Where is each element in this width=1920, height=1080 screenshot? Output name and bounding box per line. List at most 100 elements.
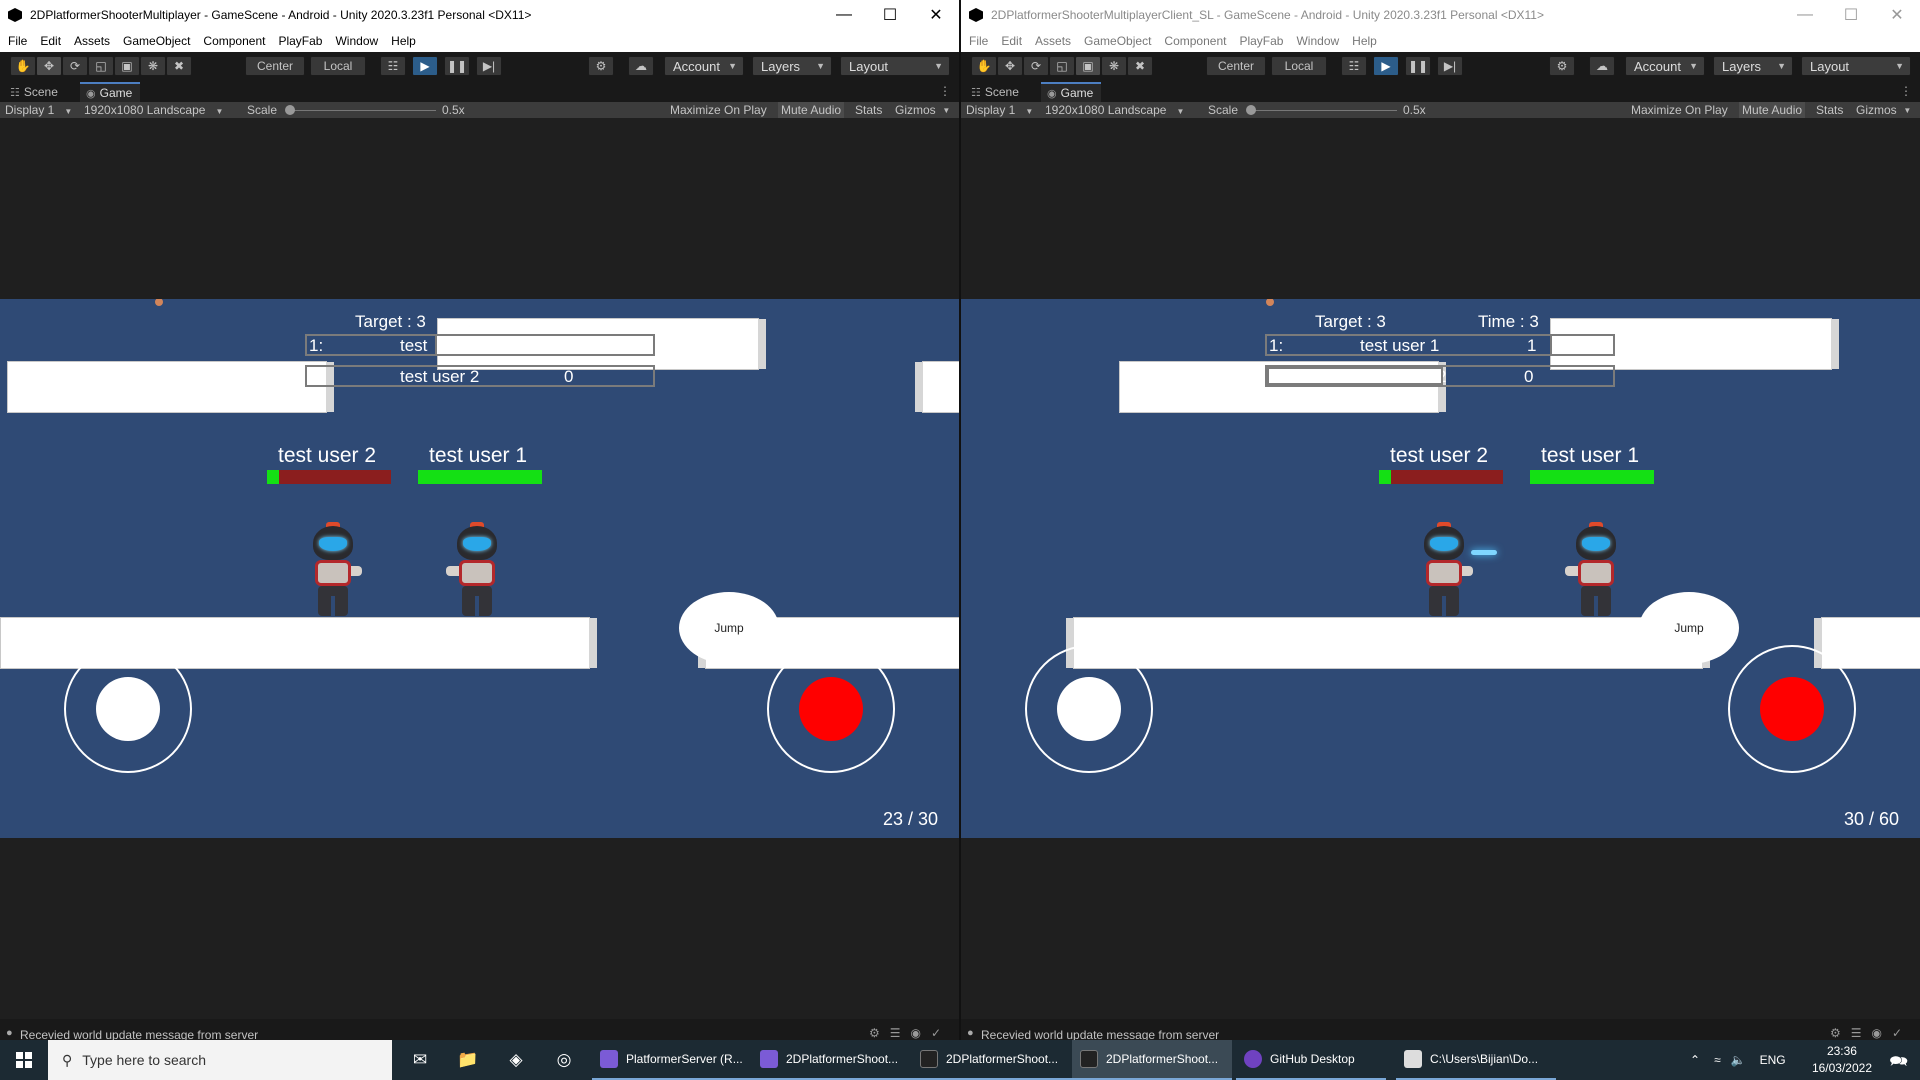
cloud-icon[interactable]: ☁ xyxy=(1589,56,1615,76)
move-tool-icon[interactable]: ✥ xyxy=(997,56,1023,76)
collab-icon[interactable]: ⚙ xyxy=(588,56,614,76)
taskbar-clock[interactable]: 23:36 16/03/2022 xyxy=(1812,1043,1872,1077)
rect-tool-icon[interactable]: ▣ xyxy=(114,56,140,76)
taskbar-app-unity-1[interactable]: 2DPlatformerShoot... xyxy=(912,1040,1072,1080)
taskbar-search[interactable]: ⚲ Type here to search xyxy=(48,1040,392,1080)
chrome-icon[interactable]: ◎ xyxy=(540,1040,588,1080)
status-icons[interactable]: ⚙☰◉✓ xyxy=(1830,1026,1912,1040)
stats-toggle[interactable]: Stats xyxy=(1813,102,1846,118)
fire-joystick[interactable] xyxy=(1728,645,1856,773)
menu-window[interactable]: Window xyxy=(335,34,378,48)
close-button[interactable]: ✕ xyxy=(1874,0,1920,30)
custom-tool-icon[interactable]: ✖ xyxy=(1127,56,1153,76)
menu-file[interactable]: File xyxy=(8,34,27,48)
layers-dropdown[interactable]: Layers ▼ xyxy=(752,56,832,76)
rotate-tool-icon[interactable]: ⟳ xyxy=(62,56,88,76)
minimize-button[interactable]: — xyxy=(821,0,867,30)
pause-button[interactable]: ❚❚ xyxy=(1405,56,1431,76)
hand-tool-icon[interactable]: ✋ xyxy=(10,56,36,76)
cloud-icon[interactable]: ☁ xyxy=(628,56,654,76)
maximize-on-play-toggle[interactable]: Maximize On Play xyxy=(667,102,770,118)
close-button[interactable]: ✕ xyxy=(913,0,959,30)
game-viewport[interactable]: Target : 3 1: test test user 2 0 test us… xyxy=(0,118,959,1019)
grid-snap-icon[interactable]: ☷ xyxy=(380,56,406,76)
menu-edit[interactable]: Edit xyxy=(40,34,61,48)
gizmos-dropdown[interactable]: Gizmos ▼ xyxy=(1853,102,1914,118)
transform-tool-icon[interactable]: ❋ xyxy=(1101,56,1127,76)
maximize-button[interactable]: ☐ xyxy=(867,0,913,30)
taskbar-app-github[interactable]: GitHub Desktop xyxy=(1236,1040,1386,1080)
layout-dropdown[interactable]: Layout ▼ xyxy=(840,56,950,76)
menu-assets[interactable]: Assets xyxy=(1035,34,1071,48)
menu-playfab[interactable]: PlayFab xyxy=(1239,34,1283,48)
chevron-up-icon[interactable]: ⌃ xyxy=(1690,1053,1700,1067)
menu-playfab[interactable]: PlayFab xyxy=(278,34,322,48)
scale-slider-handle[interactable] xyxy=(285,105,295,115)
tab-game[interactable]: ◉ Game xyxy=(1041,82,1102,102)
unity-hub-icon[interactable]: ◈ xyxy=(492,1040,540,1080)
menu-gameobject[interactable]: GameObject xyxy=(1084,34,1151,48)
status-icons[interactable]: ⚙☰◉✓ xyxy=(869,1026,951,1040)
menu-help[interactable]: Help xyxy=(1352,34,1377,48)
title-bar[interactable]: 2DPlatformerShooterMultiplayerClient_SL … xyxy=(961,0,1920,30)
taskbar-app-unity-2[interactable]: 2DPlatformerShoot... xyxy=(1072,1040,1232,1080)
fire-knob[interactable] xyxy=(1760,677,1824,741)
menu-component[interactable]: Component xyxy=(1164,34,1226,48)
scale-slider-handle[interactable] xyxy=(1246,105,1256,115)
joystick-knob[interactable] xyxy=(1057,677,1121,741)
play-button[interactable]: ▶ xyxy=(1373,56,1399,76)
scale-tool-icon[interactable]: ◱ xyxy=(88,56,114,76)
movement-joystick[interactable] xyxy=(1025,645,1153,773)
pivot-local-toggle[interactable]: Local xyxy=(1271,56,1327,76)
start-button[interactable] xyxy=(0,1040,48,1080)
account-dropdown[interactable]: Account ▼ xyxy=(1625,56,1705,76)
menu-edit[interactable]: Edit xyxy=(1001,34,1022,48)
rect-tool-icon[interactable]: ▣ xyxy=(1075,56,1101,76)
menu-component[interactable]: Component xyxy=(203,34,265,48)
hand-tool-icon[interactable]: ✋ xyxy=(971,56,997,76)
jump-button[interactable]: Jump xyxy=(1639,592,1739,664)
step-button[interactable]: ▶| xyxy=(1437,56,1463,76)
maximize-button[interactable]: ☐ xyxy=(1828,0,1874,30)
display-dropdown[interactable]: Display 1 ▼ xyxy=(966,103,1033,117)
pause-button[interactable]: ❚❚ xyxy=(444,56,470,76)
taskbar-app-platformer-server[interactable]: PlatformerServer (R... xyxy=(592,1040,752,1080)
movement-joystick[interactable] xyxy=(64,645,192,773)
pivot-local-toggle[interactable]: Local xyxy=(310,56,366,76)
tab-options-icon[interactable]: ⋮ xyxy=(939,84,951,98)
joystick-knob[interactable] xyxy=(96,677,160,741)
menu-assets[interactable]: Assets xyxy=(74,34,110,48)
scale-slider-track[interactable] xyxy=(290,110,436,111)
gizmos-dropdown[interactable]: Gizmos ▼ xyxy=(892,102,953,118)
layout-dropdown[interactable]: Layout ▼ xyxy=(1801,56,1911,76)
pivot-center-toggle[interactable]: Center xyxy=(245,56,305,76)
wifi-icon[interactable]: ≈ xyxy=(1714,1053,1721,1067)
fire-knob[interactable] xyxy=(799,677,863,741)
jump-button[interactable]: Jump xyxy=(679,592,779,664)
grid-snap-icon[interactable]: ☷ xyxy=(1341,56,1367,76)
tab-scene[interactable]: ☷ Scene xyxy=(4,82,66,102)
game-viewport[interactable]: Target : 3 Time : 3 1: test user 1 1 2 0… xyxy=(961,118,1920,1019)
mute-audio-toggle[interactable]: Mute Audio xyxy=(1739,102,1806,118)
display-dropdown[interactable]: Display 1 ▼ xyxy=(5,103,72,117)
collab-icon[interactable]: ⚙ xyxy=(1549,56,1575,76)
menu-file[interactable]: File xyxy=(969,34,988,48)
mute-audio-toggle[interactable]: Mute Audio xyxy=(778,102,845,118)
fire-joystick[interactable] xyxy=(767,645,895,773)
tab-scene[interactable]: ☷ Scene xyxy=(965,82,1027,102)
scale-tool-icon[interactable]: ◱ xyxy=(1049,56,1075,76)
tab-game[interactable]: ◉ Game xyxy=(80,82,141,102)
file-explorer-icon[interactable]: 📁 xyxy=(444,1040,492,1080)
menu-gameobject[interactable]: GameObject xyxy=(123,34,190,48)
account-dropdown[interactable]: Account ▼ xyxy=(664,56,744,76)
custom-tool-icon[interactable]: ✖ xyxy=(166,56,192,76)
pivot-center-toggle[interactable]: Center xyxy=(1206,56,1266,76)
play-button[interactable]: ▶ xyxy=(412,56,438,76)
tab-options-icon[interactable]: ⋮ xyxy=(1900,84,1912,98)
volume-icon[interactable]: 🔈 xyxy=(1731,1053,1746,1067)
resolution-dropdown[interactable]: 1920x1080 Landscape ▼ xyxy=(1045,103,1184,117)
mail-icon[interactable]: ✉ xyxy=(396,1040,444,1080)
taskbar-app-explorer[interactable]: C:\Users\Bijian\Do... xyxy=(1396,1040,1556,1080)
title-bar[interactable]: 2DPlatformerShooterMultiplayer - GameSce… xyxy=(0,0,959,30)
rotate-tool-icon[interactable]: ⟳ xyxy=(1023,56,1049,76)
